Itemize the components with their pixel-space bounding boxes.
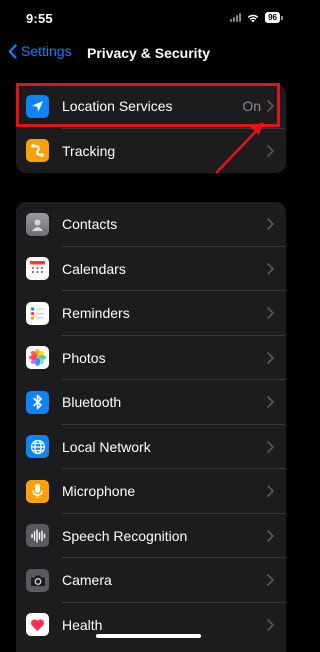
status-time: 9:55: [26, 11, 53, 26]
battery-icon: 96: [265, 12, 283, 23]
chevron-right-icon: [267, 440, 274, 453]
wifi-icon: [247, 14, 259, 22]
row-label: Photos: [62, 349, 106, 366]
chevron-right-icon: [267, 485, 274, 498]
globe-icon: [26, 435, 49, 459]
row-label: Local Network: [62, 438, 151, 455]
row-contacts[interactable]: Contacts: [16, 202, 286, 247]
chevron-right-icon: [267, 262, 274, 275]
waveform-icon: [26, 524, 49, 548]
row-calendars[interactable]: Calendars: [16, 247, 286, 291]
row-speech-recognition[interactable]: Speech Recognition: [16, 514, 286, 558]
row-microphone[interactable]: Microphone: [16, 469, 286, 514]
row-local-network[interactable]: Local Network: [16, 425, 286, 469]
camera-icon: [26, 568, 49, 592]
chevron-right-icon: [267, 144, 274, 157]
row-label: Health: [62, 616, 103, 633]
row-label: Tracking: [62, 142, 116, 159]
photos-icon: [26, 346, 49, 370]
row-photos[interactable]: Photos: [16, 336, 286, 380]
heart-icon: [26, 613, 49, 637]
row-health[interactable]: Health: [16, 603, 286, 648]
chevron-right-icon: [267, 351, 274, 364]
settings-group-permissions: Contacts Calendars Reminders Photos Blue…: [16, 202, 286, 652]
chevron-right-icon: [267, 307, 274, 320]
row-label: Contacts: [62, 216, 118, 233]
chevron-right-icon: [267, 574, 274, 587]
row-label: Calendars: [62, 260, 126, 277]
reminders-icon: [26, 301, 49, 325]
row-tracking[interactable]: Tracking: [16, 129, 286, 174]
row-reminders[interactable]: Reminders: [16, 291, 286, 336]
row-label: Speech Recognition: [62, 527, 188, 544]
row-camera[interactable]: Camera: [16, 558, 286, 603]
microphone-icon: [26, 479, 49, 503]
row-label: Reminders: [62, 305, 130, 322]
status-bar: 9:55 96: [0, 0, 297, 36]
home-indicator: [96, 634, 201, 638]
chevron-right-icon: [267, 218, 274, 231]
page-title: Privacy & Security: [87, 45, 210, 61]
row-label: Microphone: [62, 483, 136, 500]
tracking-icon: [26, 139, 49, 163]
navigation-bar: Settings Privacy & Security: [0, 36, 297, 70]
chevron-right-icon: [267, 529, 274, 542]
highlight-box: [16, 83, 280, 127]
chevron-right-icon: [267, 618, 274, 631]
row-label: Bluetooth: [62, 394, 122, 411]
bluetooth-icon: [26, 390, 49, 414]
row-label: Camera: [62, 572, 112, 589]
row-bluetooth[interactable]: Bluetooth: [16, 380, 286, 425]
battery-level: 96: [265, 12, 280, 23]
cellular-signal-icon: [230, 13, 242, 22]
contacts-icon: [26, 212, 49, 236]
calendar-icon: [26, 257, 49, 281]
chevron-right-icon: [267, 396, 274, 409]
